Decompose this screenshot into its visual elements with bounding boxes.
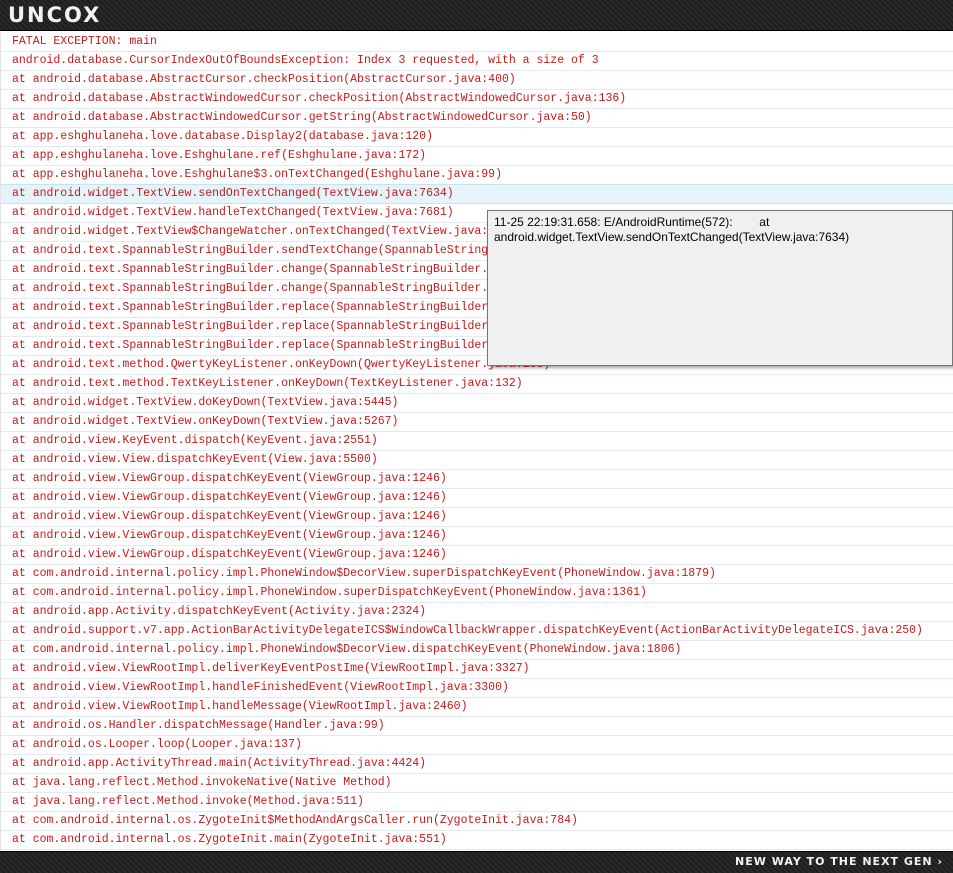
log-row[interactable]: at com.android.internal.os.ZygoteInit.ma… [1,831,953,850]
log-row[interactable]: android.database.CursorIndexOutOfBoundsE… [1,52,953,71]
log-row-selected[interactable]: at android.widget.TextView.sendOnTextCha… [1,184,953,204]
log-row[interactable]: at android.widget.TextView.onKeyDown(Tex… [1,413,953,432]
log-row[interactable]: at android.view.ViewRootImpl.deliverKeyE… [1,660,953,679]
log-row[interactable]: at android.view.KeyEvent.dispatch(KeyEve… [1,432,953,451]
log-row[interactable]: at android.text.method.TextKeyListener.o… [1,375,953,394]
log-row[interactable]: at android.database.AbstractWindowedCurs… [1,90,953,109]
log-row[interactable]: at android.app.Activity.dispatchKeyEvent… [1,603,953,622]
log-row[interactable]: at android.view.ViewGroup.dispatchKeyEve… [1,470,953,489]
log-row[interactable]: at java.lang.reflect.Method.invokeNative… [1,774,953,793]
log-row[interactable]: at android.database.AbstractCursor.check… [1,71,953,90]
log-row[interactable]: at app.eshghulaneha.love.database.Displa… [1,128,953,147]
log-row[interactable]: at android.view.ViewGroup.dispatchKeyEve… [1,508,953,527]
log-row[interactable]: at java.lang.reflect.Method.invoke(Metho… [1,793,953,812]
tooltip-header-line: 11-25 22:19:31.658: E/AndroidRuntime(572… [494,215,770,229]
log-line-tooltip: 11-25 22:19:31.658: E/AndroidRuntime(572… [487,210,953,366]
header-bar: UNCOX [0,0,953,31]
log-row[interactable]: at android.os.Looper.loop(Looper.java:13… [1,736,953,755]
log-row[interactable]: at android.view.ViewGroup.dispatchKeyEve… [1,489,953,508]
footer-tagline[interactable]: NEW WAY TO THE NEXT GEN › [735,854,943,870]
log-row[interactable]: at com.android.internal.os.ZygoteInit$Me… [1,812,953,831]
log-row[interactable]: at android.view.ViewGroup.dispatchKeyEve… [1,546,953,565]
site-logo[interactable]: UNCOX [8,3,101,27]
log-row[interactable]: at android.app.ActivityThread.main(Activ… [1,755,953,774]
log-row[interactable]: at app.eshghulaneha.love.Eshghulane.ref(… [1,147,953,166]
log-row[interactable]: at android.view.View.dispatchKeyEvent(Vi… [1,451,953,470]
log-row[interactable]: at android.view.ViewRootImpl.handleFinis… [1,679,953,698]
log-row[interactable]: at com.android.internal.policy.impl.Phon… [1,641,953,660]
log-row[interactable]: FATAL EXCEPTION: main [1,33,953,52]
log-row[interactable]: at com.android.internal.policy.impl.Phon… [1,584,953,603]
logcat-list[interactable]: FATAL EXCEPTION: main android.database.Cu… [0,33,953,851]
log-row[interactable]: at android.database.AbstractWindowedCurs… [1,109,953,128]
log-row[interactable]: at android.os.Handler.dispatchMessage(Ha… [1,717,953,736]
log-row[interactable]: at android.support.v7.app.ActionBarActiv… [1,622,953,641]
log-row[interactable]: at com.android.internal.policy.impl.Phon… [1,565,953,584]
log-row[interactable]: at android.view.ViewGroup.dispatchKeyEve… [1,527,953,546]
log-row[interactable]: at android.view.ViewRootImpl.handleMessa… [1,698,953,717]
footer-bar: NEW WAY TO THE NEXT GEN › [0,851,953,873]
tooltip-message-line: android.widget.TextView.sendOnTextChange… [494,230,850,244]
log-row[interactable]: at app.eshghulaneha.love.Eshghulane$3.on… [1,166,953,185]
log-row[interactable]: at android.widget.TextView.doKeyDown(Tex… [1,394,953,413]
